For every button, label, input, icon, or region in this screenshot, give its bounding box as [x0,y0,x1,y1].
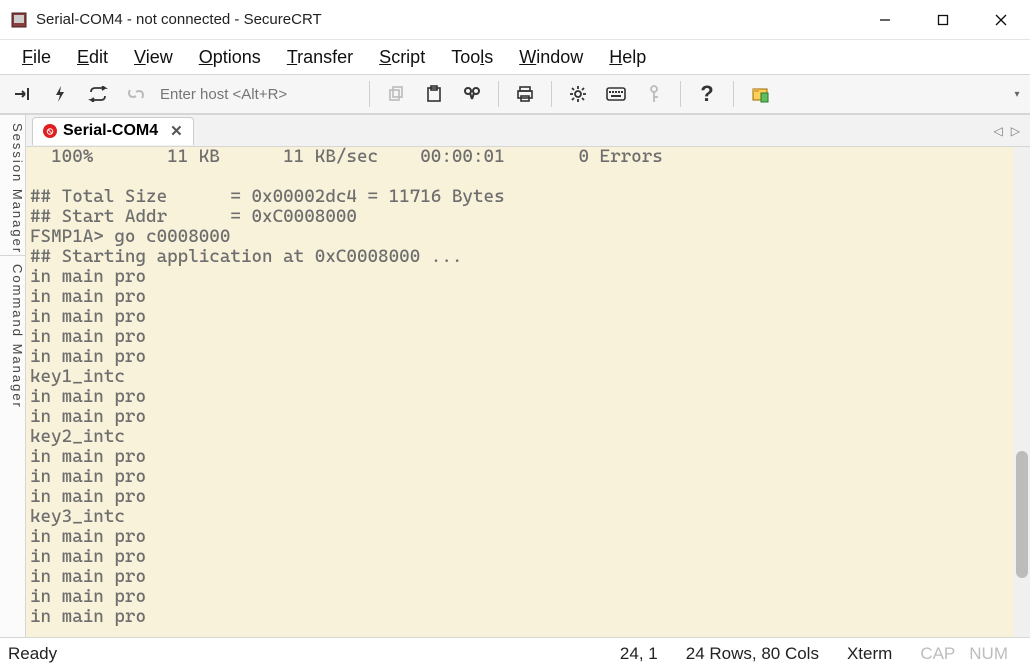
host-input[interactable] [158,81,359,107]
tab-close-icon[interactable]: ✕ [170,122,183,140]
titlebar: Serial-COM4 - not connected - SecureCRT [0,0,1030,40]
menu-tools[interactable]: Tools [451,47,493,68]
menu-transfer[interactable]: Transfer [287,47,353,68]
copy-icon[interactable] [380,79,412,109]
statusbar: Ready 24, 1 24 Rows, 80 Cols Xterm CAP N… [0,637,1030,669]
disconnect-icon[interactable] [120,79,152,109]
close-button[interactable] [972,0,1030,40]
menu-file[interactable]: File [22,47,51,68]
toolbar: ? ▾ [0,74,1030,114]
status-size: 24 Rows, 80 Cols [672,644,833,664]
command-manager-panel[interactable]: Command Manager [0,255,26,637]
print-icon[interactable] [509,79,541,109]
keyboard-icon[interactable] [600,79,632,109]
reconnect-icon[interactable] [82,79,114,109]
window-title: Serial-COM4 - not connected - SecureCRT [36,11,322,28]
tab-serial-com4[interactable]: ⦸ Serial-COM4 ✕ [32,117,194,145]
toolbar-sep [551,81,552,107]
status-num: NUM [969,644,1022,664]
side-panels: Session Manager Command Manager [0,115,26,637]
toolbar-sep [680,81,681,107]
vertical-scrollbar[interactable] [1014,147,1030,637]
key-icon[interactable] [638,79,670,109]
paste-icon[interactable] [418,79,450,109]
status-term: Xterm [833,644,906,664]
help-icon[interactable]: ? [691,79,723,109]
quick-connect-icon[interactable] [44,79,76,109]
scrollbar-thumb[interactable] [1016,451,1028,578]
menu-edit[interactable]: Edit [77,47,108,68]
menu-options[interactable]: Options [199,47,261,68]
tab-next-icon[interactable]: ▷ [1011,124,1020,138]
app-icon [10,11,28,29]
toolbar-sep [733,81,734,107]
menu-script[interactable]: Script [379,47,425,68]
maximize-button[interactable] [914,0,972,40]
toolbar-overflow-icon[interactable]: ▾ [1010,89,1024,100]
tab-prev-icon[interactable]: ◁ [994,124,1003,138]
menu-view[interactable]: View [134,47,173,68]
status-cap: CAP [906,644,969,664]
session-manager-toggle-icon[interactable] [6,79,38,109]
find-icon[interactable] [456,79,488,109]
toolbar-sep [369,81,370,107]
terminal-output[interactable]: 100% 11 KB 11 KB/sec 00:00:01 0 Errors #… [26,147,1014,637]
status-cursor: 24, 1 [606,644,672,664]
menu-help[interactable]: Help [609,47,646,68]
status-ready: Ready [8,644,71,664]
settings-icon[interactable] [562,79,594,109]
toolbar-sep [498,81,499,107]
tab-label: Serial-COM4 [63,122,158,140]
menubar: File Edit View Options Transfer Script T… [0,40,1030,74]
menu-window[interactable]: Window [519,47,583,68]
tabbar: ⦸ Serial-COM4 ✕ ◁ ▷ [26,115,1030,147]
securefx-icon[interactable] [744,79,776,109]
minimize-button[interactable] [856,0,914,40]
tab-status-icon: ⦸ [43,124,57,138]
session-manager-panel[interactable]: Session Manager [0,115,26,255]
